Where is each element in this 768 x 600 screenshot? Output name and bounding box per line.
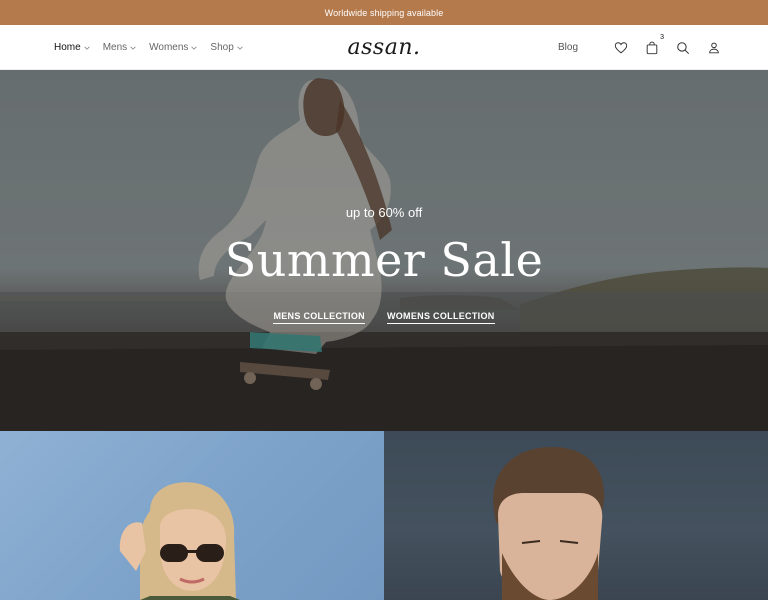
bearded-man-photo (493, 447, 605, 600)
hero-subtitle: up to 60% off (345, 205, 423, 220)
nav-item-mens[interactable]: Mens (103, 42, 137, 53)
chevron-down-icon (237, 46, 243, 50)
main-nav: Home Mens Womens Shop (54, 25, 244, 70)
cart-count-badge: 3 (660, 33, 664, 41)
nav-item-home[interactable]: Home (54, 42, 91, 53)
nav-item-label: Mens (102, 42, 128, 53)
search-icon (677, 41, 690, 54)
hero-title: Summer Sale (224, 233, 544, 287)
woman-with-sunglasses-photo (119, 482, 240, 600)
nav-item-label: Womens (149, 42, 189, 53)
womens-category-tile[interactable] (0, 431, 384, 600)
mens-category-tile[interactable] (384, 431, 768, 600)
blog-link[interactable]: Blog (558, 42, 578, 53)
hero-links: MENS COLLECTION WOMENS COLLECTION (0, 311, 768, 324)
header-actions: Blog 3 (558, 25, 722, 70)
nav-item-womens[interactable]: Womens (149, 42, 198, 53)
heart-icon (614, 41, 628, 53)
nav-item-label: Home (54, 42, 81, 53)
cart-button[interactable]: 3 (644, 34, 664, 56)
womens-collection-link[interactable]: WOMENS COLLECTION (386, 311, 495, 324)
shopping-bag-icon (646, 41, 658, 54)
wishlist-button[interactable] (613, 40, 629, 56)
announcement-text: Worldwide shipping available (324, 7, 444, 18)
hero-content: up to 60% off Summer Sale MENS COLLECTIO… (0, 70, 768, 431)
nav-item-label: Shop (210, 42, 234, 53)
chevron-down-icon (191, 46, 198, 50)
site-header: Home Mens Womens Shop assan. Blog 3 (0, 25, 768, 70)
mens-collection-link[interactable]: MENS COLLECTION (273, 311, 365, 324)
chevron-down-icon (130, 46, 136, 50)
announcement-bar: Worldwide shipping available (0, 0, 768, 25)
search-button[interactable] (675, 40, 691, 56)
user-icon (709, 42, 719, 53)
account-button[interactable] (706, 40, 722, 56)
nav-item-shop[interactable]: Shop (210, 42, 243, 53)
chevron-down-icon (84, 46, 90, 50)
hero-banner: up to 60% off Summer Sale MENS COLLECTIO… (0, 70, 768, 431)
